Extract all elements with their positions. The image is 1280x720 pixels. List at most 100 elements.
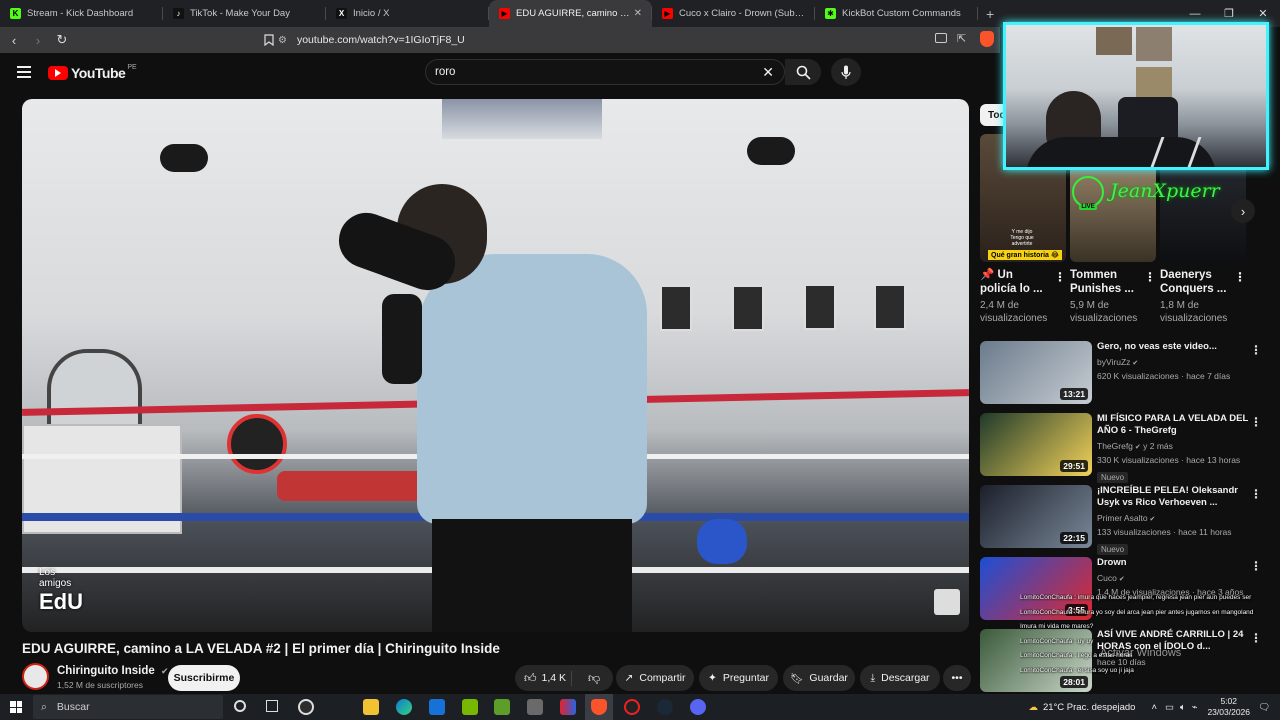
youtube-logo[interactable]: YouTube PE bbox=[48, 64, 137, 81]
browser-tab[interactable]: ▶ Cuco x Clairo - Drown (Sub. Español) bbox=[652, 0, 815, 27]
short-title: 📌 Un policía lo ... bbox=[980, 269, 1043, 295]
shorts-next-button[interactable]: › bbox=[1231, 199, 1255, 223]
cast-icon[interactable] bbox=[935, 33, 947, 43]
brave-shield-icon[interactable] bbox=[980, 31, 994, 47]
punching-bag bbox=[160, 144, 208, 172]
tab-title: Inicio / X bbox=[353, 8, 390, 19]
save-button[interactable]: 🔖︎ Guardar bbox=[783, 665, 855, 691]
taskbar-search-placeholder: Buscar bbox=[56, 701, 90, 713]
cortana-icon[interactable] bbox=[234, 700, 246, 712]
tray-chevron-icon[interactable]: ˄ bbox=[1151, 702, 1157, 713]
brave-icon[interactable] bbox=[591, 699, 607, 715]
dislike-button[interactable]: 👎︎ bbox=[578, 671, 600, 686]
browser-tab[interactable]: K Stream - Kick Dashboard bbox=[0, 0, 163, 27]
search-button[interactable] bbox=[785, 59, 821, 85]
ask-button[interactable]: ✦ Preguntar bbox=[699, 665, 778, 691]
discord-icon[interactable] bbox=[690, 699, 706, 715]
tab-close-icon[interactable]: ✕ bbox=[630, 8, 642, 19]
steam-icon[interactable] bbox=[657, 699, 673, 715]
new-tab-button[interactable]: + bbox=[986, 6, 994, 22]
voice-search-button[interactable] bbox=[831, 58, 861, 86]
new-badge: Nuevo bbox=[1097, 544, 1129, 555]
video-menu-icon[interactable]: ⋮ bbox=[1250, 559, 1262, 573]
short-menu-icon[interactable]: ⋮ bbox=[1144, 270, 1156, 284]
app-icon[interactable] bbox=[527, 699, 543, 715]
gauge-app-icon[interactable] bbox=[298, 699, 314, 715]
recommended-video[interactable]: 22:15 ¡INCREÍBLE PELEA! Oleksandr Usyk v… bbox=[980, 485, 1270, 555]
tab-title: KickBot Custom Commands bbox=[842, 8, 961, 19]
clear-search-icon[interactable]: ✕ bbox=[762, 64, 774, 81]
channel-line[interactable]: Cuco ✔ bbox=[1097, 572, 1249, 586]
video-duration: 29:51 bbox=[1060, 460, 1088, 472]
video-meta: 330 K visualizaciones · hace 13 horas bbox=[1097, 455, 1241, 465]
wall-poster-2 bbox=[1136, 27, 1172, 61]
url-bar[interactable]: ⚙ youtube.com/watch?v=1IGIoTjF8_U bbox=[278, 29, 928, 51]
chat-message: Imura mi vida me mares? bbox=[1020, 623, 1094, 630]
like-button[interactable]: 👍︎ 1,4 K bbox=[515, 670, 572, 686]
channel-avatar[interactable] bbox=[22, 663, 49, 690]
live-badge: LIVE bbox=[1079, 204, 1097, 210]
file-explorer-icon[interactable] bbox=[363, 699, 379, 715]
video-meta: 620 K visualizaciones · hace 7 días bbox=[1097, 371, 1231, 381]
short-menu-icon[interactable]: ⋮ bbox=[1054, 270, 1066, 284]
menu-icon[interactable] bbox=[17, 66, 31, 78]
battery-icon[interactable]: ▭ bbox=[1165, 702, 1174, 713]
channel-line[interactable]: TheGrefg ✔ y 2 más bbox=[1097, 440, 1249, 454]
clock-time: 5:02 bbox=[1220, 696, 1237, 706]
download-label: Descargar bbox=[881, 672, 930, 684]
taskbar-search-input[interactable]: ⌕ Buscar bbox=[33, 695, 223, 719]
mail-icon[interactable] bbox=[429, 699, 445, 715]
short-menu-icon[interactable]: ⋮ bbox=[1234, 270, 1246, 284]
network-icon[interactable]: ⌁ bbox=[1192, 702, 1198, 713]
obs-icon[interactable] bbox=[624, 699, 640, 715]
taskbar-clock[interactable]: 5:02 23/03/2026 bbox=[1207, 696, 1250, 718]
watermark-line: amigos bbox=[39, 578, 72, 589]
video-menu-icon[interactable]: ⋮ bbox=[1250, 343, 1262, 357]
browser-tab[interactable]: X Inicio / X bbox=[326, 0, 489, 27]
site-info-icon[interactable]: ⚙ bbox=[278, 35, 287, 46]
notifications-icon[interactable]: 🗨︎ bbox=[1258, 702, 1270, 713]
share-page-icon[interactable]: ⇱ bbox=[957, 32, 966, 45]
search-input[interactable]: roro ✕ bbox=[425, 59, 785, 85]
search-icon bbox=[796, 65, 811, 80]
recommended-video[interactable]: 29:51 MI FÍSICO PARA LA VELADA DEL AÑO 6… bbox=[980, 413, 1270, 483]
video-menu-icon[interactable]: ⋮ bbox=[1250, 487, 1262, 501]
video-player[interactable]: Los amigos EdU bbox=[22, 99, 969, 632]
edge-icon[interactable] bbox=[396, 699, 412, 715]
task-view-icon[interactable] bbox=[266, 700, 278, 712]
ornate-mirror bbox=[47, 349, 142, 429]
channel-name: byViruZz bbox=[1097, 357, 1131, 367]
forward-icon[interactable]: › bbox=[28, 30, 48, 50]
start-icon[interactable] bbox=[10, 701, 22, 713]
back-icon[interactable]: ‹ bbox=[4, 30, 24, 50]
nvidia-icon[interactable] bbox=[462, 699, 478, 715]
video-menu-icon[interactable]: ⋮ bbox=[1250, 415, 1262, 429]
channel-name[interactable]: Chiringuito Inside ✔ bbox=[57, 665, 169, 677]
chat-message: LomitoConChaufa : imura yo soy del arca … bbox=[1020, 608, 1254, 616]
subscribe-button[interactable]: Suscribirme bbox=[168, 665, 240, 691]
short-tag: Qué gran historia 😂 bbox=[988, 250, 1063, 260]
weather-text[interactable]: 21°C Prac. despejado bbox=[1043, 702, 1136, 713]
browser-tab[interactable]: ✱ KickBot Custom Commands bbox=[815, 0, 978, 27]
tab-favicon-icon: ▶ bbox=[499, 8, 510, 19]
more-actions-button[interactable]: ••• bbox=[943, 665, 971, 691]
wall-poster bbox=[804, 284, 836, 330]
verified-icon: ✔ bbox=[1149, 516, 1156, 523]
chat-message: LomitoConChaufa : el sisa soy uo ji jaja bbox=[1020, 666, 1134, 674]
clock-date: 23/03/2026 bbox=[1207, 707, 1250, 717]
vpn-icon[interactable] bbox=[560, 699, 576, 715]
channel-extra: y 2 más bbox=[1143, 441, 1173, 451]
reload-icon[interactable]: ↻ bbox=[52, 30, 72, 50]
browser-tab[interactable]: ♪ TikTok - Make Your Day bbox=[163, 0, 326, 27]
recommended-video[interactable]: 13:21 Gero, no veas este video... byViru… bbox=[980, 341, 1270, 405]
minecraft-icon[interactable] bbox=[494, 699, 510, 715]
bookmark-icon[interactable] bbox=[259, 30, 279, 50]
verified-icon: ✔ bbox=[1132, 360, 1139, 367]
share-button[interactable]: ↗ Compartir bbox=[616, 665, 694, 691]
browser-tab[interactable]: ▶ EDU AGUIRRE, camino a LA VELADA ✕ bbox=[489, 0, 652, 27]
download-button[interactable]: ⤓ Descargar bbox=[860, 665, 940, 691]
channel-line[interactable]: Primer Asalto ✔ bbox=[1097, 512, 1249, 526]
channel-logo-corner[interactable] bbox=[934, 589, 960, 615]
volume-icon[interactable]: 🔈︎ bbox=[1180, 702, 1186, 713]
channel-line[interactable]: byViruZz ✔ bbox=[1097, 356, 1249, 370]
